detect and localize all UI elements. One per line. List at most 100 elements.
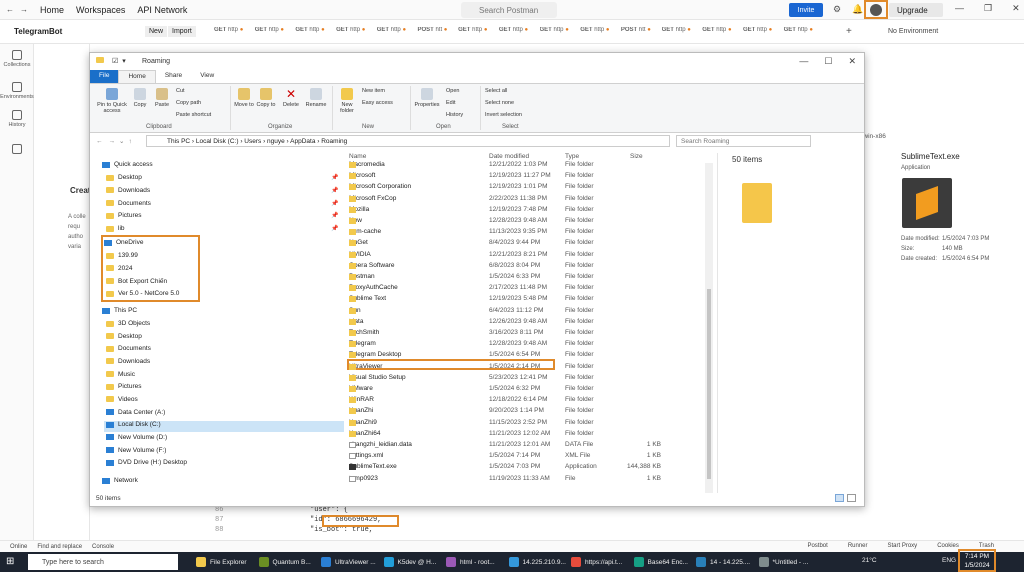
request-tab[interactable]: GET http ● (540, 27, 581, 33)
new-folder-button[interactable]: New folder (336, 88, 358, 114)
online-status[interactable]: Online (10, 544, 27, 550)
nav-onedrive[interactable]: OneDrive (104, 239, 143, 246)
invert-selection-button[interactable]: Invert selection (485, 112, 522, 118)
details-view-icon[interactable] (835, 494, 844, 502)
file-row[interactable]: Microsoft Corporation 12/19/2023 1:01 PM F… (343, 182, 703, 193)
sidebar-more[interactable] (0, 144, 34, 156)
delete-button[interactable]: ✕ Delete (280, 88, 302, 108)
taskbar-app[interactable]: https://api.t... (571, 555, 631, 569)
file-row[interactable]: npm-cache 11/13/2023 9:35 PM File folder (343, 227, 703, 238)
paste-button[interactable]: Paste (152, 88, 172, 108)
request-tab[interactable]: POST htt ● (417, 27, 458, 33)
back-icon[interactable]: ← (6, 5, 14, 14)
file-row[interactable]: UltraViewer 1/5/2024 2:14 PM File folder (343, 362, 703, 373)
forward-icon[interactable]: → (20, 5, 28, 14)
copy-to-button[interactable]: Copy to (256, 88, 276, 108)
taskbar-app[interactable]: Base64 Enc... (633, 555, 694, 569)
maximize-icon[interactable]: ☐ (824, 56, 832, 67)
nav-quick-access[interactable]: Quick access (102, 161, 153, 168)
col-type[interactable]: Type (565, 153, 579, 160)
taskbar-app[interactable]: 14 - 14.225.... (696, 555, 756, 569)
file-row[interactable]: Microsoft FxCop 2/22/2023 11:38 PM File fo… (343, 194, 703, 205)
easy-access-button[interactable]: Easy access (362, 100, 393, 106)
request-tab[interactable]: GET http ● (255, 27, 296, 33)
nav-item[interactable]: Local Disk (C:) (106, 421, 161, 428)
scrollbar-thumb[interactable] (707, 289, 711, 479)
tab-view[interactable]: View (191, 70, 223, 83)
file-row[interactable]: temp0923 11/19/2023 11:33 AM File 1 KB (343, 474, 703, 485)
rename-button[interactable]: Rename (304, 88, 328, 108)
proxy-button[interactable]: Start Proxy (888, 543, 918, 549)
taskbar-app[interactable]: 14.225.210.9... (508, 555, 569, 569)
taskbar-search[interactable]: Type here to search (28, 554, 178, 570)
nav-item[interactable]: Data Center (A:) (106, 409, 165, 416)
weather[interactable]: 21°C (862, 557, 877, 564)
file-row[interactable]: SublimeText.exe 1/5/2024 7:03 PM Applicati… (343, 462, 703, 473)
request-tab[interactable]: GET http ● (662, 27, 703, 33)
pin-button[interactable]: Pin to Quick access (94, 88, 130, 114)
paste-shortcut-button[interactable]: Paste shortcut (176, 112, 211, 118)
edit-button[interactable]: Edit (446, 100, 455, 106)
file-row[interactable]: Telegram Desktop 1/5/2024 6:54 PM File fol… (343, 350, 703, 361)
menu-api-network[interactable]: API Network (137, 5, 187, 15)
request-tab[interactable]: GET http ● (499, 27, 540, 33)
workspace-name[interactable]: TelegramBot (14, 27, 62, 36)
postbot-button[interactable]: Postbot (807, 543, 827, 549)
sidebar-history[interactable]: History (0, 110, 34, 128)
close-icon[interactable]: ✕ (848, 56, 856, 67)
minimize-icon[interactable]: — (799, 56, 808, 67)
col-name[interactable]: Name (349, 153, 366, 160)
request-tab[interactable]: GET http ● (214, 27, 255, 33)
upgrade-button[interactable]: Upgrade (889, 3, 943, 17)
nav-item[interactable]: DVD Drive (H:) Desktop (106, 459, 187, 466)
maximize-icon[interactable]: ❐ (984, 3, 992, 14)
invite-button[interactable]: Invite (789, 3, 823, 17)
nav-item[interactable]: Desktop (106, 333, 142, 340)
file-row[interactable]: NuGet 8/4/2023 9:44 PM File folder (343, 238, 703, 249)
nav-item[interactable]: Bot Export Chiến (106, 278, 167, 285)
menu-workspaces[interactable]: Workspaces (76, 5, 125, 15)
language-indicator[interactable]: ENG (942, 557, 956, 564)
nav-item[interactable]: Downloads (106, 358, 150, 365)
back-icon[interactable]: ← (96, 138, 103, 145)
nav-item[interactable]: 3D Objects (106, 320, 150, 327)
file-row[interactable]: WinRAR 12/18/2022 6:14 PM File folder (343, 395, 703, 406)
request-tab[interactable]: GET http ● (295, 27, 336, 33)
col-size[interactable]: Size (630, 153, 643, 160)
taskbar-app[interactable]: html - root... (446, 555, 506, 569)
select-none-button[interactable]: Select none (485, 100, 514, 106)
cut-button[interactable]: Cut (176, 88, 185, 94)
windows-icon[interactable]: ⊞ (6, 556, 14, 567)
request-tab[interactable]: GET http ● (784, 27, 825, 33)
col-date[interactable]: Date modified (489, 153, 529, 160)
request-tab[interactable]: GET http ● (743, 27, 784, 33)
settings-icon[interactable]: ⚙ (833, 4, 841, 15)
select-all-button[interactable]: Select all (485, 88, 507, 94)
nav-item[interactable]: Desktop (106, 174, 142, 181)
nav-item[interactable]: lib (106, 225, 125, 232)
checkbox-icon[interactable]: ☑ (112, 57, 118, 65)
file-row[interactable]: changzhi_leidian.data 11/21/2023 12:01 AM… (343, 440, 703, 451)
file-row[interactable]: Microsoft 12/19/2023 11:27 PM File folder (343, 171, 703, 182)
postman-search[interactable]: Search Postman (461, 2, 557, 18)
request-tab[interactable]: GET http ● (702, 27, 743, 33)
new-item-button[interactable]: New item (362, 88, 385, 94)
sidebar-collections[interactable]: Collections (0, 50, 34, 68)
environment-select[interactable]: No Environment (888, 28, 938, 35)
tab-share[interactable]: Share (156, 70, 191, 83)
file-row[interactable]: TechSmith 3/16/2023 8:11 PM File folder (343, 328, 703, 339)
nav-item[interactable]: Music (106, 371, 135, 378)
nav-item[interactable]: 139.99 (106, 252, 138, 259)
properties-button[interactable]: Properties (412, 88, 442, 108)
taskbar-app[interactable]: *Untitled - ... (758, 555, 819, 569)
nav-item[interactable]: New Volume (D:) (106, 434, 167, 441)
file-row[interactable]: Telegram 12/28/2023 9:48 AM File folder (343, 339, 703, 350)
nav-item[interactable]: Ver 5.0 - NetCore 5.0 (106, 290, 179, 297)
file-row[interactable]: New 12/28/2023 9:48 AM File folder (343, 216, 703, 227)
tab-home[interactable]: Home (118, 70, 156, 83)
tiles-view-icon[interactable] (847, 494, 856, 502)
request-tab[interactable]: GET http ● (458, 27, 499, 33)
close-icon[interactable]: ✕ (1012, 3, 1020, 14)
minimize-icon[interactable]: — (955, 3, 964, 14)
tab-file[interactable]: File (90, 70, 119, 83)
